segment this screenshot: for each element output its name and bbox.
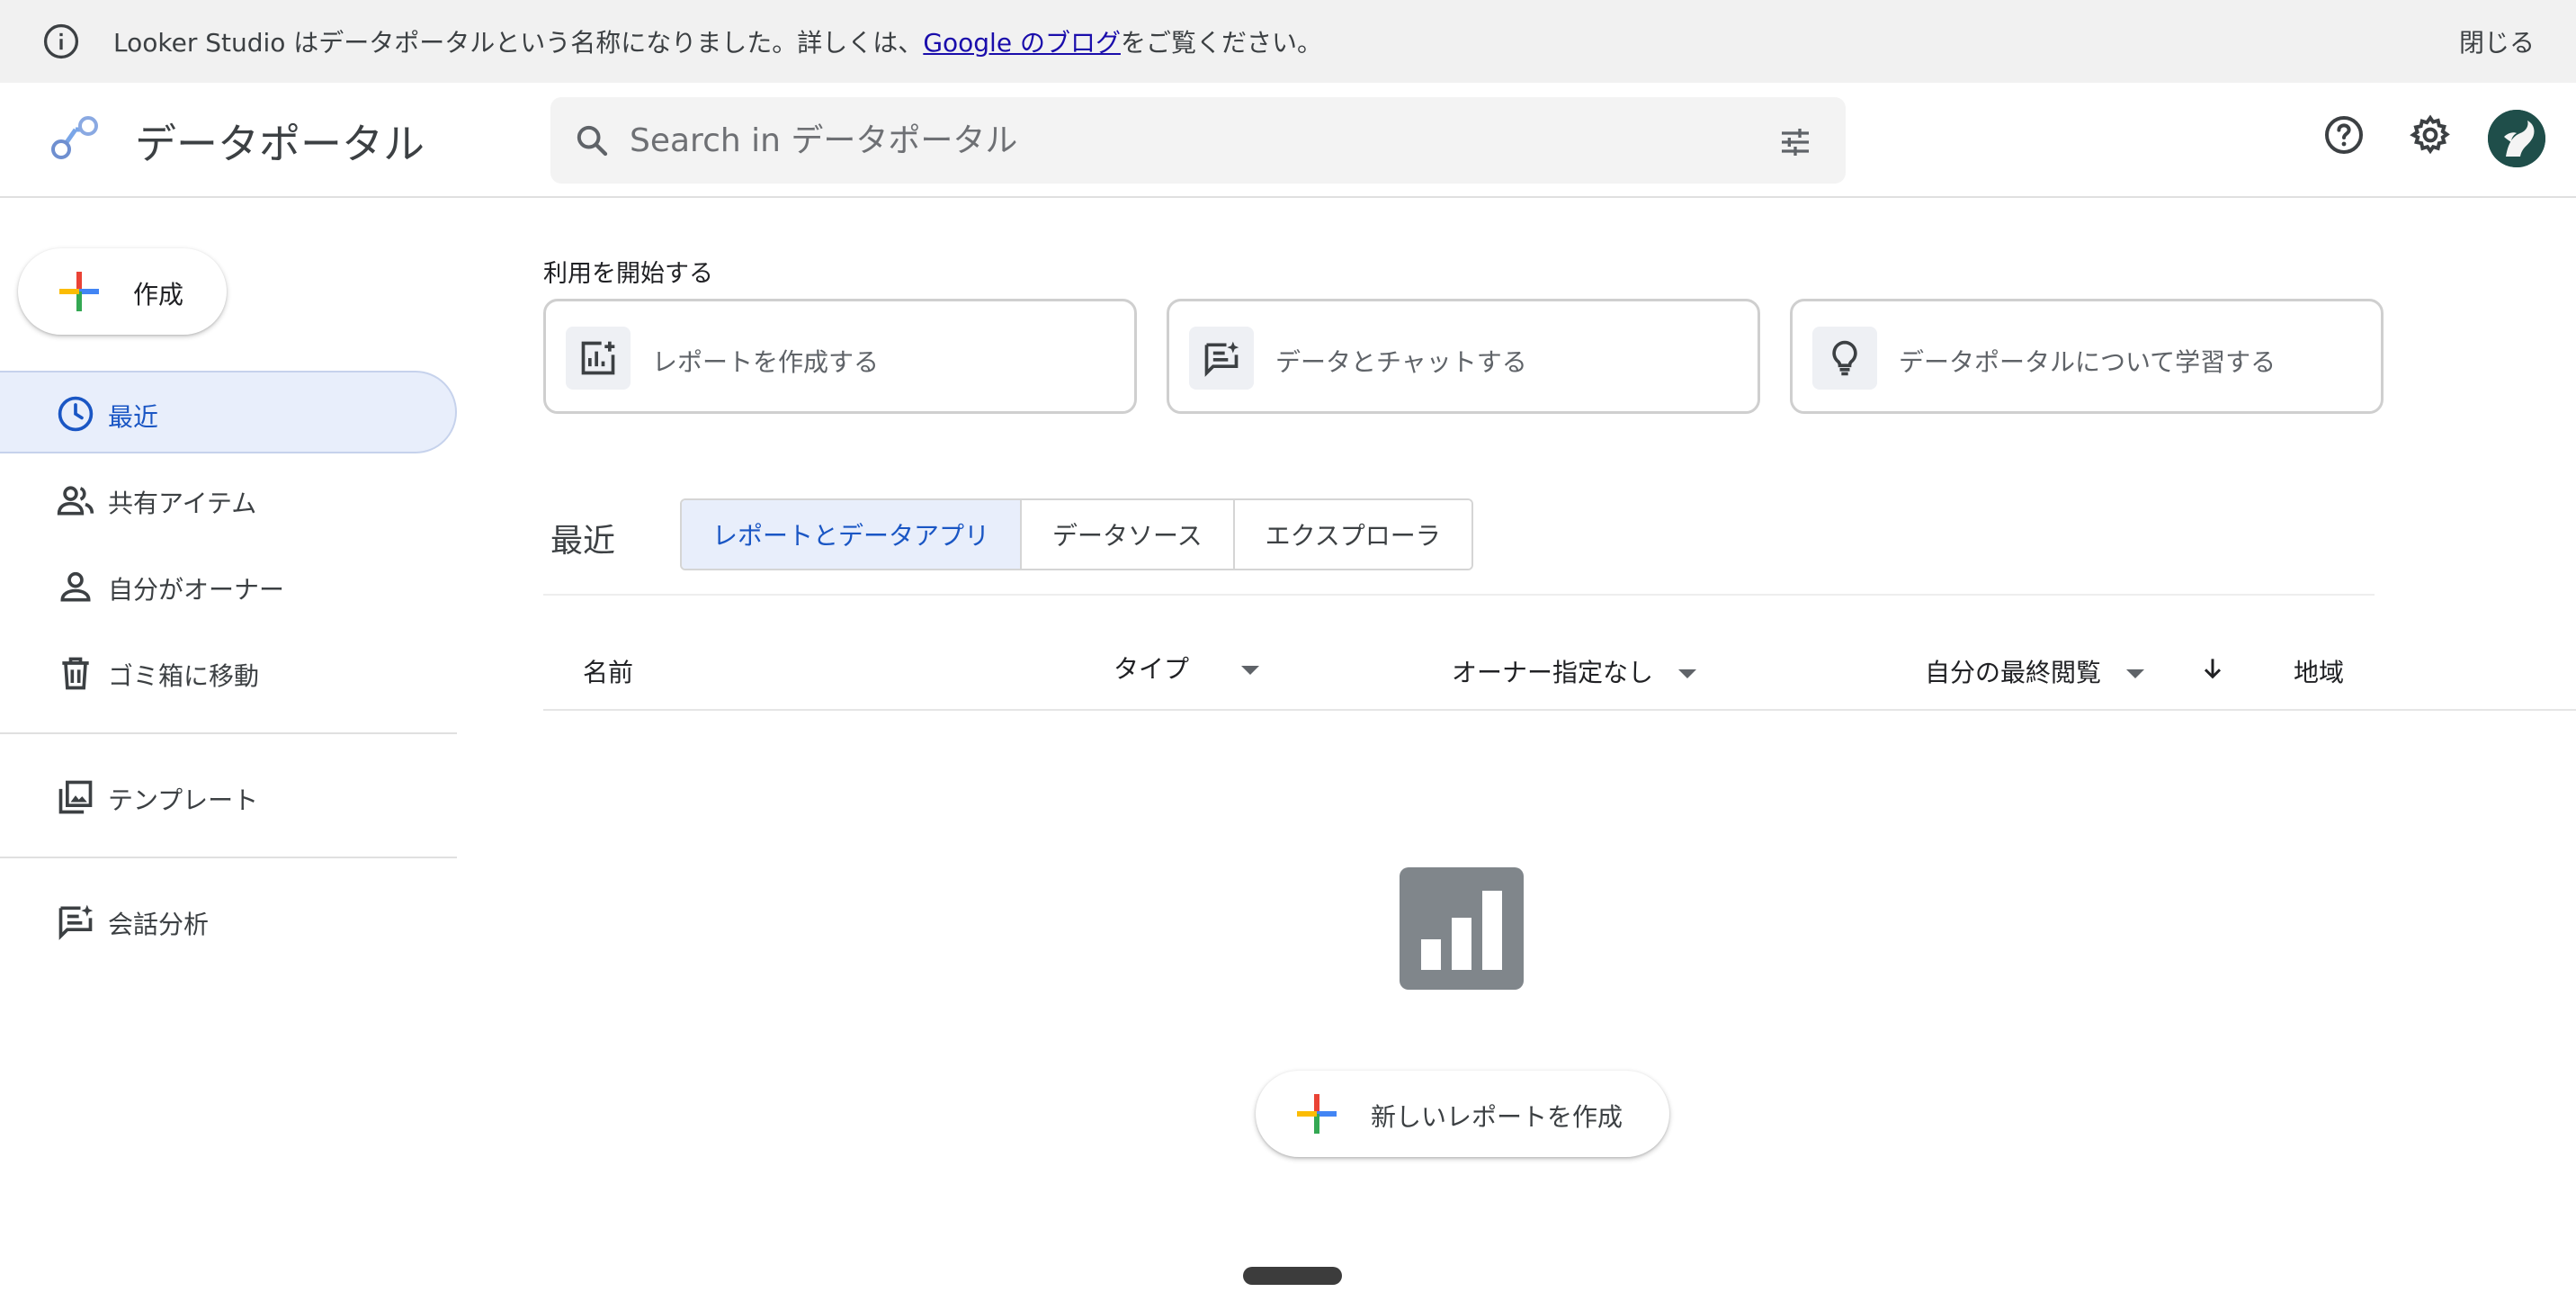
dropdown-caret-icon <box>1678 669 1697 678</box>
info-icon <box>43 23 79 59</box>
search-bar[interactable] <box>550 97 1846 184</box>
sidebar-item-conversation[interactable]: 会話分析 <box>0 880 457 963</box>
sidebar-item-templates[interactable]: テンプレート <box>0 756 457 839</box>
gear-icon[interactable] <box>2409 113 2452 157</box>
banner-message-prefix: Looker Studio はデータポータルという名称になりました。詳しくは、 <box>113 28 924 58</box>
person-icon <box>60 571 91 602</box>
recent-tabs: レポートとデータアプリ データソース エクスプローラ <box>680 498 1473 570</box>
column-label: 名前 <box>583 658 634 687</box>
column-label: タイプ <box>1114 654 1190 684</box>
avatar-image <box>2488 110 2545 167</box>
google-blog-link[interactable]: Google のブログ <box>923 28 1121 58</box>
card-icon-box <box>566 327 631 390</box>
dropdown-caret-icon <box>2126 669 2145 678</box>
sidebar-divider <box>0 732 457 734</box>
sidebar-item-label: 会話分析 <box>108 910 210 939</box>
tab-reports-and-data-apps[interactable]: レポートとデータアプリ <box>682 500 1023 569</box>
sidebar-divider <box>0 857 457 858</box>
sort-descending-icon[interactable] <box>2198 653 2227 684</box>
create-button[interactable]: 作成 <box>18 248 227 335</box>
sidebar-item-label: テンプレート <box>108 785 259 815</box>
card-label: データポータルについて学習する <box>1899 347 2276 377</box>
banner-message-suffix: をご覧ください。 <box>1120 28 1322 58</box>
banner-message: Looker Studio はデータポータルという名称になりました。詳しくは、G… <box>113 23 1322 59</box>
app-title: データポータル <box>135 120 425 168</box>
sidebar-item-label: 最近 <box>108 402 159 432</box>
new-report-button[interactable]: 新しいレポートを作成 <box>1256 1071 1669 1157</box>
card-icon-box <box>1189 327 1254 390</box>
conversation-icon <box>58 904 94 940</box>
dropdown-caret-icon <box>1241 666 1260 675</box>
tab-explorer[interactable]: エクスプローラ <box>1234 500 1471 569</box>
column-label: オーナー指定なし <box>1452 658 1654 687</box>
plus-icon <box>1297 1094 1337 1134</box>
sidebar-item-recent[interactable]: 最近 <box>0 371 457 453</box>
data-portal-logo <box>51 116 98 159</box>
scroll-handle[interactable] <box>1243 1267 1342 1285</box>
people-icon <box>57 486 94 516</box>
empty-state-chart-icon <box>1400 867 1524 990</box>
sidebar-item-trash[interactable]: ゴミ箱に移動 <box>0 632 457 714</box>
column-header-region[interactable]: 地域 <box>2294 653 2344 689</box>
create-report-card[interactable]: レポートを作成する <box>543 299 1137 414</box>
card-icon-box <box>1812 327 1877 390</box>
account-avatar[interactable] <box>2488 110 2545 167</box>
help-icon[interactable] <box>2322 113 2366 157</box>
banner-close-button[interactable]: 閉じる <box>2459 23 2535 59</box>
clock-icon <box>58 396 94 432</box>
sidebar-item-label: ゴミ箱に移動 <box>108 661 260 691</box>
new-report-button-label: 新しいレポートを作成 <box>1371 1102 1623 1132</box>
table-header-divider <box>543 709 2576 711</box>
rename-notice-banner: Looker Studio はデータポータルという名称になりました。詳しくは、G… <box>0 0 2576 83</box>
chat-with-data-card[interactable]: データとチャットする <box>1167 299 1760 414</box>
search-icon <box>577 125 608 157</box>
trash-icon <box>62 657 89 690</box>
column-header-last-viewed[interactable]: 自分の最終閲覧 <box>1925 653 2145 689</box>
create-button-label: 作成 <box>133 280 184 310</box>
column-label: 地域 <box>2294 658 2345 687</box>
tab-data-sources[interactable]: データソース <box>1022 500 1235 569</box>
add-chart-icon <box>581 341 615 375</box>
column-header-owner[interactable]: オーナー指定なし <box>1452 653 1697 689</box>
sidebar-item-label: 共有アイテム <box>108 489 257 518</box>
getting-started-title: 利用を開始する <box>543 260 713 288</box>
search-input[interactable] <box>630 115 1709 166</box>
section-divider <box>543 594 2375 596</box>
sidebar-item-label: 自分がオーナー <box>108 575 285 605</box>
card-label: レポートを作成する <box>652 347 880 377</box>
search-options-icon[interactable] <box>1777 124 1813 160</box>
sidebar-item-owned[interactable]: 自分がオーナー <box>0 545 457 628</box>
column-label: 自分の最終閲覧 <box>1925 658 2102 687</box>
column-header-name[interactable]: 名前 <box>583 653 633 689</box>
card-label: データとチャットする <box>1275 347 1527 377</box>
lightbulb-icon <box>1832 340 1857 376</box>
sidebar-item-shared[interactable]: 共有アイテム <box>0 459 457 542</box>
learn-data-portal-card[interactable]: データポータルについて学習する <box>1790 299 2384 414</box>
plus-icon <box>59 272 99 311</box>
app-header: データポータル <box>0 83 2576 198</box>
column-header-type[interactable]: タイプ <box>1114 650 1260 686</box>
chat-spark-icon <box>1204 341 1239 377</box>
template-icon <box>58 780 93 814</box>
recent-section-title: 最近 <box>550 523 616 560</box>
data-portal-page: Looker Studio はデータポータルという名称になりました。詳しくは、G… <box>0 0 2576 1310</box>
